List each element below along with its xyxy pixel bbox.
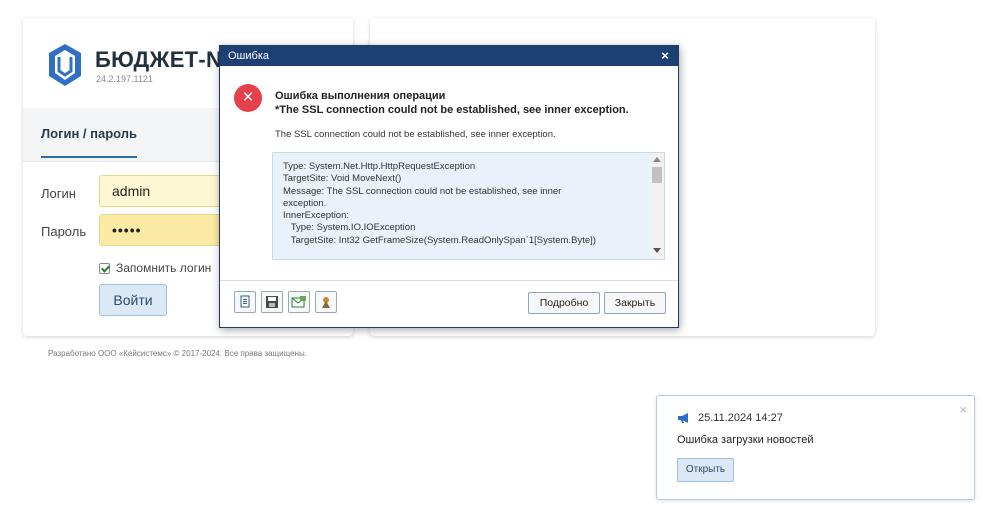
scroll-thumb[interactable] [652,167,662,183]
checkbox-checked-icon[interactable] [99,262,110,274]
details-line: exception. [283,197,327,209]
copy-icon[interactable] [234,291,256,313]
logo-shield-icon [49,44,81,86]
error-heading: Ошибка выполнения операции [275,90,446,102]
error-icon: × [234,84,262,112]
details-button[interactable]: Подробно [528,292,600,314]
copyright-footer: Разработано ООО «Кейсистемс» © 2017-2024… [48,349,307,358]
details-line: Type: System.Net.Http.HttpRequestExcepti… [283,161,476,172]
dialog-toolbar [234,291,342,313]
details-line: InnerException: [283,210,350,222]
scroll-up-icon[interactable] [653,157,661,162]
dialog-divider [220,280,678,281]
error-details-text: Type: System.Net.Http.HttpRequestExcepti… [283,161,645,247]
details-line: Message: The SSL connection could not be… [283,185,562,197]
remember-login-label: Запомнить логин [116,261,212,275]
megaphone-icon [678,413,688,423]
details-scrollbar[interactable] [650,153,664,259]
dialog-close-icon[interactable]: × [658,46,672,66]
scroll-down-icon[interactable] [653,248,661,253]
error-message: The SSL connection could not be establis… [275,129,556,140]
login-button[interactable]: Войти [99,284,167,316]
save-icon[interactable] [261,291,283,313]
dialog-titlebar: Ошибка × [220,46,678,66]
password-label: Пароль [41,224,87,239]
close-button[interactable]: Закрыть [604,292,666,314]
details-line: TargetSite: Void MoveNext() [283,173,402,185]
notification-datetime: 25.11.2024 14:27 [698,412,783,424]
open-button[interactable]: Открыть [677,458,734,482]
login-label: Логин [41,186,76,201]
notification-close-icon[interactable]: × [959,402,967,417]
details-line: Type: System.IO.IOException [283,222,416,234]
settings-icon[interactable] [315,291,337,313]
error-dialog: Ошибка × × Ошибка выполнения операции *T… [219,45,679,328]
email-icon[interactable] [288,291,310,313]
error-details-box[interactable]: Type: System.Net.Http.HttpRequestExcepti… [272,152,665,260]
error-subheading: *The SSL connection could not be establi… [275,104,629,116]
details-line: TargetSite: Int32 GetFrameSize(System.Re… [283,234,596,246]
notification-text: Ошибка загрузки новостей [677,434,814,446]
remember-login-checkbox[interactable]: Запомнить логин [99,261,211,275]
tab-login-password[interactable]: Логин / пароль [41,126,138,158]
news-notification: × 25.11.2024 14:27 Ошибка загрузки новос… [656,395,975,500]
dialog-title: Ошибка [228,50,269,62]
notification-header: 25.11.2024 14:27 [677,412,783,424]
